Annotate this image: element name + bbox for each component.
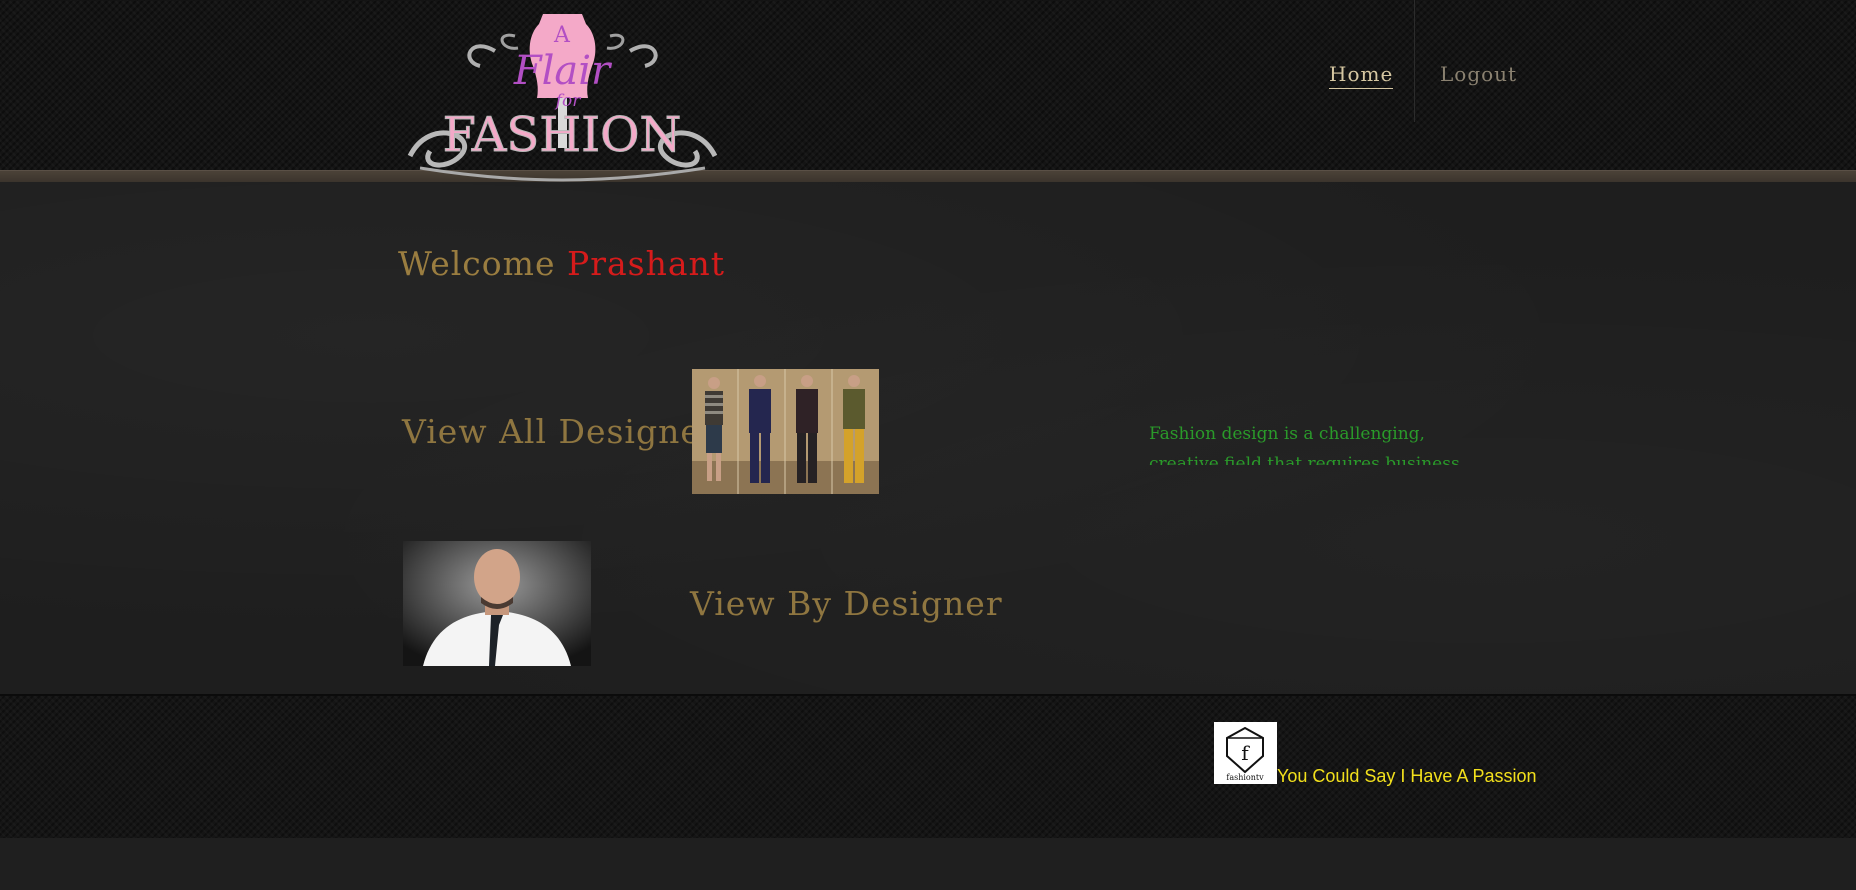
nav-home-link[interactable]: Home bbox=[1329, 62, 1394, 89]
bottom-strip bbox=[0, 838, 1856, 890]
a-flair-for-fashion-logo[interactable]: A Flair for FASHION bbox=[400, 6, 725, 184]
site-header bbox=[0, 0, 1856, 170]
fashion-description-text: Fashion design is a challenging, creativ… bbox=[1149, 424, 1466, 465]
svg-text:FASHION: FASHION bbox=[443, 107, 682, 163]
nav-logout-link[interactable]: Logout bbox=[1440, 62, 1517, 86]
footer-tagline: You Could Say I Have A Passion bbox=[1277, 766, 1537, 786]
welcome-prefix: Welcome bbox=[398, 244, 556, 283]
svg-text:Flair: Flair bbox=[513, 48, 613, 94]
welcome-heading: Welcome Prashant bbox=[398, 244, 725, 283]
svg-text:fashiontv: fashiontv bbox=[1226, 773, 1264, 782]
site-footer bbox=[0, 694, 1856, 842]
svg-text:f: f bbox=[1241, 741, 1250, 765]
fashiontv-logo: f fashiontv bbox=[1214, 722, 1277, 784]
nav-divider bbox=[1414, 0, 1415, 122]
svg-text:A: A bbox=[553, 23, 571, 48]
runway-models-image[interactable] bbox=[692, 369, 879, 494]
view-by-designer-link[interactable]: View By Designer bbox=[690, 584, 1003, 623]
designer-portrait-image[interactable] bbox=[403, 541, 591, 666]
view-all-designs-link[interactable]: View All Designes bbox=[402, 412, 719, 451]
username: Prashant bbox=[566, 244, 726, 283]
